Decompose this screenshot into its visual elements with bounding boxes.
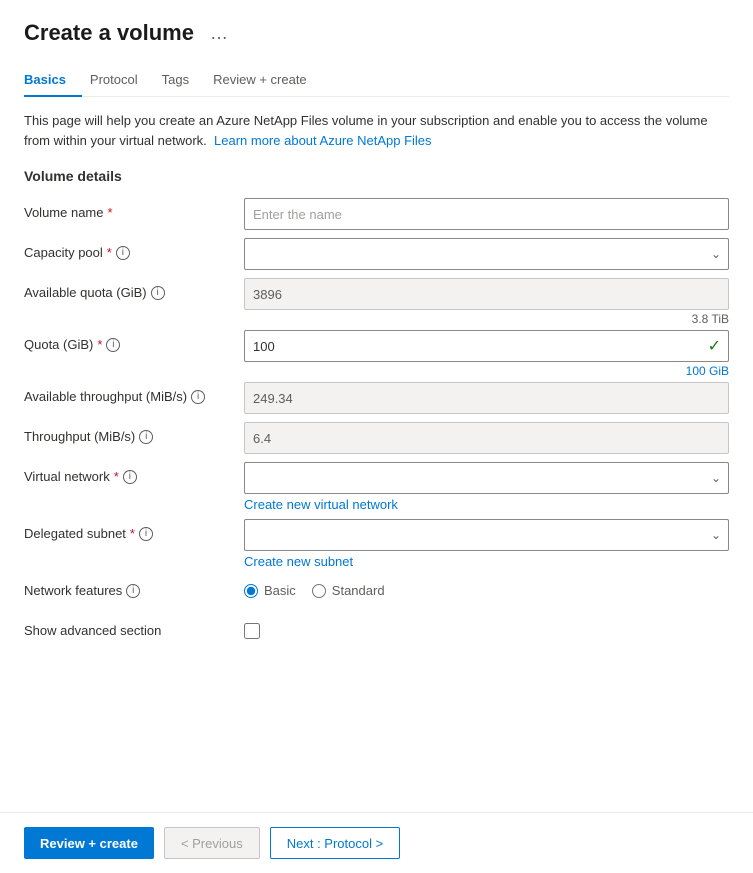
quota-input-wrapper: ✓: [244, 330, 729, 362]
virtual-network-info-icon[interactable]: i: [123, 470, 137, 484]
available-throughput-input: [244, 382, 729, 414]
available-throughput-info-icon[interactable]: i: [191, 390, 205, 404]
delegated-subnet-select-wrapper: ⌄: [244, 519, 729, 551]
virtual-network-select-wrapper: ⌄: [244, 462, 729, 494]
available-quota-info-icon[interactable]: i: [151, 286, 165, 300]
network-features-label: Network features: [24, 583, 122, 598]
show-advanced-label: Show advanced section: [24, 623, 161, 638]
volume-name-input[interactable]: [244, 198, 729, 230]
network-features-row: Network features i Basic Standard: [24, 576, 729, 612]
delegated-subnet-required: *: [130, 526, 135, 541]
capacity-pool-required: *: [107, 245, 112, 260]
quota-hint: 100 GiB: [244, 364, 729, 378]
available-throughput-label: Available throughput (MiB/s): [24, 389, 187, 404]
delegated-subnet-row: Delegated subnet * i ⌄ Create new subnet: [24, 519, 729, 572]
next-protocol-button[interactable]: Next : Protocol >: [270, 827, 400, 859]
tabs-row: Basics Protocol Tags Review + create: [24, 64, 729, 97]
review-create-button[interactable]: Review + create: [24, 827, 154, 859]
ellipsis-menu-button[interactable]: …: [204, 21, 234, 46]
throughput-label: Throughput (MiB/s): [24, 429, 135, 444]
available-quota-input: [244, 278, 729, 310]
available-throughput-row: Available throughput (MiB/s) i: [24, 382, 729, 418]
capacity-pool-select-wrapper: ⌄: [244, 238, 729, 270]
delegated-subnet-select[interactable]: [244, 519, 729, 551]
show-advanced-checkbox-wrapper: [244, 616, 729, 639]
available-quota-row: Available quota (GiB) i 3.8 TiB: [24, 278, 729, 326]
quota-row: Quota (GiB) * i ✓ 100 GiB: [24, 330, 729, 378]
network-features-standard-radio[interactable]: [312, 584, 326, 598]
network-features-info-icon[interactable]: i: [126, 584, 140, 598]
volume-name-label: Volume name: [24, 205, 104, 220]
show-advanced-row: Show advanced section: [24, 616, 729, 652]
network-features-standard-radio-label[interactable]: Standard: [312, 583, 385, 598]
quota-info-icon[interactable]: i: [106, 338, 120, 352]
capacity-pool-label: Capacity pool: [24, 245, 103, 260]
virtual-network-select[interactable]: [244, 462, 729, 494]
tab-tags[interactable]: Tags: [162, 64, 205, 97]
throughput-row: Throughput (MiB/s) i: [24, 422, 729, 458]
tab-protocol[interactable]: Protocol: [90, 64, 154, 97]
create-virtual-network-link[interactable]: Create new virtual network: [244, 494, 729, 515]
virtual-network-label: Virtual network: [24, 469, 110, 484]
learn-more-link[interactable]: Learn more about Azure NetApp Files: [214, 133, 432, 148]
virtual-network-row: Virtual network * i ⌄ Create new virtual…: [24, 462, 729, 515]
capacity-pool-select[interactable]: [244, 238, 729, 270]
previous-button[interactable]: < Previous: [164, 827, 260, 859]
volume-details-section-title: Volume details: [24, 168, 729, 184]
volume-name-required: *: [108, 205, 113, 220]
virtual-network-required: *: [114, 469, 119, 484]
create-subnet-link[interactable]: Create new subnet: [244, 551, 729, 572]
available-quota-hint: 3.8 TiB: [244, 312, 729, 326]
quota-input[interactable]: [244, 330, 729, 362]
page-title: Create a volume: [24, 20, 194, 46]
volume-name-row: Volume name *: [24, 198, 729, 234]
delegated-subnet-info-icon[interactable]: i: [139, 527, 153, 541]
show-advanced-checkbox[interactable]: [244, 623, 260, 639]
delegated-subnet-label: Delegated subnet: [24, 526, 126, 541]
network-features-basic-radio[interactable]: [244, 584, 258, 598]
tab-review-create[interactable]: Review + create: [213, 64, 323, 97]
quota-check-icon: ✓: [708, 336, 721, 356]
quota-required: *: [97, 337, 102, 352]
capacity-pool-info-icon[interactable]: i: [116, 246, 130, 260]
network-features-radio-group: Basic Standard: [244, 576, 729, 598]
quota-label: Quota (GiB): [24, 337, 93, 352]
network-features-basic-radio-label[interactable]: Basic: [244, 583, 296, 598]
throughput-input: [244, 422, 729, 454]
capacity-pool-row: Capacity pool * i ⌄: [24, 238, 729, 274]
tab-basics[interactable]: Basics: [24, 64, 82, 97]
footer: Review + create < Previous Next : Protoc…: [0, 812, 753, 873]
throughput-info-icon[interactable]: i: [139, 430, 153, 444]
available-quota-label: Available quota (GiB): [24, 285, 147, 300]
info-text: This page will help you create an Azure …: [24, 111, 729, 150]
